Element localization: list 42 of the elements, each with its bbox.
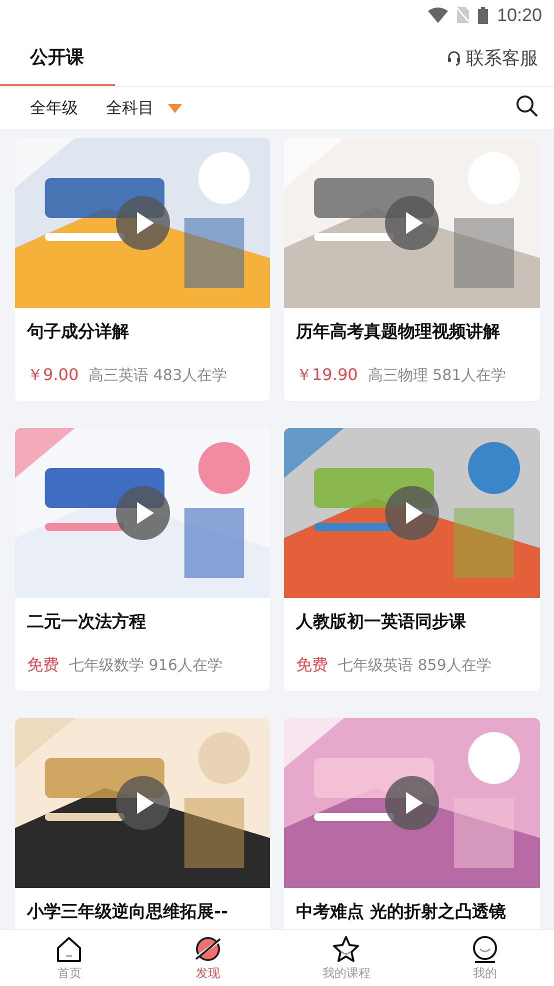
search-icon[interactable]: [516, 95, 538, 117]
course-price: ￥9.00: [27, 365, 79, 386]
play-icon[interactable]: [116, 196, 170, 250]
course-title: 人教版初一英语同步课: [294, 611, 467, 633]
planet-icon: [194, 934, 222, 962]
battery-icon: [478, 6, 488, 24]
nav-tab[interactable]: 发现: [138, 930, 277, 986]
course-title: 小学三年级逆向思维拓展--: [26, 901, 230, 923]
no-sim-icon: [456, 7, 469, 23]
play-icon[interactable]: [385, 196, 439, 250]
course-card[interactable]: 句子成分详解 ￥9.00 高三英语 483人在学: [15, 138, 270, 401]
course-card[interactable]: 人教版初一英语同步课 免费 七年级英语 859人在学: [284, 428, 540, 691]
course-title: 历年高考真题物理视频讲解: [294, 321, 501, 343]
course-info: 七年级英语 859人在学: [338, 656, 492, 675]
course-price: ￥19.90: [296, 365, 358, 386]
course-title: 二元一次法方程: [26, 611, 147, 633]
tab[interactable]: 公开课: [0, 30, 115, 86]
course-card[interactable]: 小学三年级逆向思维拓展--: [15, 718, 270, 929]
course-info: 高三物理 581人在学: [368, 366, 506, 385]
course-title: 中考难点 光的折射之凸透镜: [295, 901, 507, 923]
contact-service-link[interactable]: 联系客服: [447, 30, 554, 86]
caret-icon: [168, 104, 182, 112]
smiley-icon: [470, 934, 499, 962]
star-icon: [332, 934, 360, 962]
course-price: 免费: [296, 655, 328, 676]
headset-icon: [447, 50, 461, 66]
filter-dropdown[interactable]: 全科目: [106, 98, 182, 118]
wifi-icon: [428, 7, 448, 23]
course-card[interactable]: 中考难点 光的折射之凸透镜: [284, 718, 540, 929]
play-icon[interactable]: [116, 776, 170, 830]
course-info: 高三英语 483人在学: [88, 366, 228, 385]
course-card[interactable]: 二元一次法方程 免费 七年级数学 916人在学: [15, 428, 270, 691]
house-icon: [55, 934, 84, 962]
course-card[interactable]: 历年高考真题物理视频讲解 ￥19.90 高三物理 581人在学: [284, 138, 540, 401]
play-icon[interactable]: [116, 486, 170, 540]
filter-dropdown[interactable]: 全年级: [30, 98, 78, 118]
course-title: 句子成分详解: [26, 321, 130, 343]
course-info: 七年级数学 916人在学: [69, 656, 222, 675]
clock-time: 10:20: [496, 4, 542, 26]
course-price: 免费: [27, 655, 59, 676]
play-icon[interactable]: [385, 776, 439, 830]
play-icon[interactable]: [385, 486, 439, 540]
